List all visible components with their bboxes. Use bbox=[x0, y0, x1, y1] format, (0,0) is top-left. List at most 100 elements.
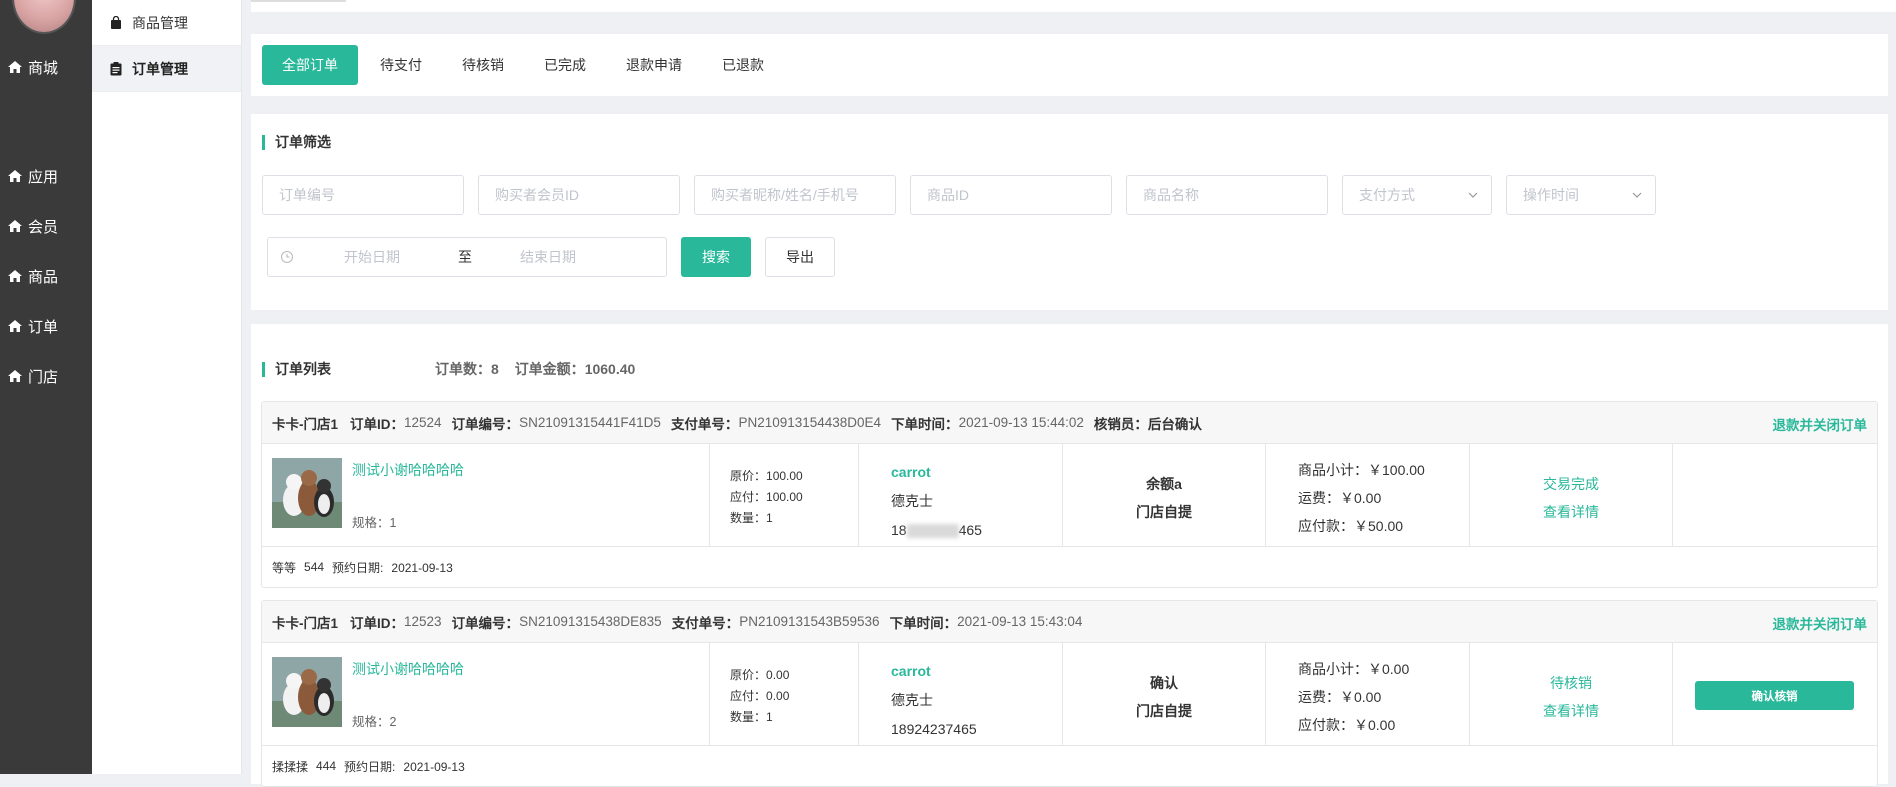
member-id-placeholder: 购买者会员ID bbox=[495, 187, 579, 203]
submenu-item-order-manage[interactable]: 订单管理 bbox=[92, 46, 241, 92]
product-thumbnail[interactable] bbox=[272, 458, 342, 528]
orig-price: 原价：0.00 bbox=[730, 668, 790, 682]
op-time-select[interactable]: 操作时间 bbox=[1506, 175, 1656, 215]
order-no: SN21091315441F41D5 bbox=[519, 415, 661, 430]
buyer-cell: carrot 德克士 18 465 bbox=[859, 444, 1063, 546]
nav-item-mall[interactable]: 商城 bbox=[8, 55, 58, 79]
avatar[interactable] bbox=[12, 0, 76, 34]
tab-pending-payment[interactable]: 待支付 bbox=[360, 45, 442, 85]
member-id-input[interactable]: 购买者会员ID bbox=[478, 175, 680, 215]
order-card: 卡卡-门店1 订单ID： 12524 订单编号： SN21091315441F41D… bbox=[261, 401, 1878, 588]
order-time: 2021-09-13 15:43:04 bbox=[957, 614, 1083, 629]
nav-item-goods[interactable]: 商品 bbox=[8, 264, 58, 288]
sub-menu: 商品管理 订单管理 bbox=[92, 0, 242, 774]
order-status-tabs: 全部订单 待支付 待核销 已完成 退款申请 已退款 bbox=[251, 34, 1888, 96]
order-filter-panel: 订单筛选 订单编号 购买者会员ID 购买者昵称/姓名/手机号 商品ID 商品名称… bbox=[251, 114, 1888, 310]
order-body: 测试小谢哈哈哈哈 规格：2 原价：0.00 应付：0.00 数量：1 carro… bbox=[262, 643, 1877, 745]
pay-no: PN210913154438D0E4 bbox=[738, 415, 882, 430]
order-count: 订单数：8 bbox=[435, 361, 499, 377]
clipboard-icon bbox=[110, 62, 122, 76]
product-spec: 规格：2 bbox=[352, 715, 397, 729]
pay-method-select[interactable]: 支付方式 bbox=[1342, 175, 1492, 215]
reserve-name: 等等 bbox=[272, 560, 297, 575]
search-button[interactable]: 搜索 bbox=[681, 237, 751, 277]
nav-item-label: 商城 bbox=[28, 59, 59, 77]
delivery-method: 门店自提 bbox=[1136, 504, 1192, 520]
orig-price: 原价：100.00 bbox=[730, 469, 803, 483]
reserve-code: 544 bbox=[304, 560, 325, 574]
nav-item-orders[interactable]: 订单 bbox=[8, 314, 58, 338]
order-time-label: 下单时间： bbox=[889, 615, 958, 631]
nav-item-apps[interactable]: 应用 bbox=[8, 164, 58, 188]
buyer-name: 德克士 bbox=[891, 692, 933, 708]
payable-amount: 应付款：￥0.00 bbox=[1298, 717, 1396, 733]
action-cell: 确认核销 bbox=[1673, 643, 1877, 745]
range-separator: 至 bbox=[458, 249, 472, 265]
order-time-label: 下单时间： bbox=[891, 416, 959, 432]
tab-completed[interactable]: 已完成 bbox=[524, 45, 606, 85]
start-date-placeholder[interactable]: 开始日期 bbox=[344, 247, 434, 267]
product-spec: 规格：1 bbox=[352, 516, 397, 530]
goods-name-input[interactable]: 商品名称 bbox=[1126, 175, 1328, 215]
home-icon bbox=[8, 320, 22, 332]
order-list-panel: 订单列表 订单数：8 订单金额：1060.40 卡卡-门店1 订单ID： 1252… bbox=[251, 324, 1888, 787]
tab-refund-request[interactable]: 退款申请 bbox=[606, 45, 702, 85]
reserve-date: 预约日期: 2021-09-13 bbox=[332, 560, 453, 575]
view-detail-link[interactable]: 查看详情 bbox=[1470, 697, 1672, 725]
submenu-item-label: 商品管理 bbox=[132, 14, 188, 31]
order-no-label: 订单编号： bbox=[451, 615, 520, 631]
submenu-item-goods-manage[interactable]: 商品管理 bbox=[92, 0, 241, 46]
title-accent-bar bbox=[262, 134, 265, 150]
store-name: 卡卡-门店1 bbox=[272, 416, 339, 432]
verifier: 后台确认 bbox=[1147, 416, 1202, 432]
buyer-phone: 18 465 bbox=[891, 522, 982, 539]
list-title: 订单列表 bbox=[262, 359, 331, 379]
nav-item-label: 商品 bbox=[28, 268, 59, 286]
export-button[interactable]: 导出 bbox=[765, 237, 835, 277]
order-time: 2021-09-13 15:44:02 bbox=[958, 415, 1084, 430]
view-detail-link[interactable]: 查看详情 bbox=[1470, 498, 1672, 526]
home-icon bbox=[8, 61, 22, 73]
order-status[interactable]: 交易完成 bbox=[1470, 470, 1672, 498]
order-no-placeholder: 订单编号 bbox=[279, 187, 335, 203]
order-footer: 揉揉揉 444 预约日期: 2021-09-13 bbox=[262, 745, 1877, 786]
order-footer: 等等 544 预约日期: 2021-09-13 bbox=[262, 546, 1877, 587]
end-date-placeholder[interactable]: 结束日期 bbox=[520, 247, 576, 267]
verifier-label: 核销员： bbox=[1093, 416, 1148, 432]
order-no-input[interactable]: 订单编号 bbox=[262, 175, 464, 215]
goods-id-input[interactable]: 商品ID bbox=[910, 175, 1112, 215]
product-thumbnail[interactable] bbox=[272, 657, 342, 727]
reserve-name: 揉揉揉 bbox=[272, 759, 309, 774]
price-cell: 原价：0.00 应付：0.00 数量：1 bbox=[710, 643, 859, 745]
title-accent-bar bbox=[262, 361, 265, 377]
tab-refunded[interactable]: 已退款 bbox=[702, 45, 784, 85]
subtotal: 商品小计：￥0.00 bbox=[1298, 661, 1410, 677]
refund-close-button[interactable]: 退款并关闭订单 bbox=[1773, 613, 1868, 633]
buyer-placeholder: 购买者昵称/姓名/手机号 bbox=[711, 187, 859, 203]
order-status[interactable]: 待核销 bbox=[1470, 669, 1672, 697]
nav-item-members[interactable]: 会员 bbox=[8, 214, 58, 238]
tab-all-orders[interactable]: 全部订单 bbox=[262, 45, 358, 85]
buyer-nickname[interactable]: carrot bbox=[891, 458, 982, 487]
buyer-nickname[interactable]: carrot bbox=[891, 657, 977, 686]
order-id: 12523 bbox=[404, 614, 442, 629]
order-header: 卡卡-门店1 订单ID： 12524 订单编号： SN21091315441F41D… bbox=[262, 402, 1877, 444]
product-cell: 测试小谢哈哈哈哈 规格：2 bbox=[262, 643, 710, 745]
chevron-down-icon bbox=[1631, 188, 1643, 200]
home-icon bbox=[8, 220, 22, 232]
order-no: SN21091315438DE835 bbox=[519, 614, 662, 629]
order-id-label: 订单ID： bbox=[350, 615, 405, 631]
confirm-verify-button[interactable]: 确认核销 bbox=[1695, 681, 1854, 710]
status-cell: 待核销 查看详情 bbox=[1470, 643, 1673, 745]
nav-item-stores[interactable]: 门店 bbox=[8, 364, 58, 388]
refund-close-button[interactable]: 退款并关闭订单 bbox=[1773, 414, 1868, 434]
product-name-link[interactable]: 测试小谢哈哈哈哈 bbox=[352, 460, 464, 480]
pay-method: 余额a bbox=[1146, 476, 1182, 492]
pay-no: PN2109131543B59536 bbox=[739, 614, 880, 629]
tab-pending-verify[interactable]: 待核销 bbox=[442, 45, 524, 85]
buyer-input[interactable]: 购买者昵称/姓名/手机号 bbox=[694, 175, 896, 215]
order-card: 卡卡-门店1 订单ID： 12523 订单编号： SN21091315438DE83… bbox=[261, 600, 1878, 787]
buyer-name: 德克士 bbox=[891, 493, 933, 509]
date-range-picker[interactable]: 开始日期 至 结束日期 bbox=[267, 237, 667, 277]
product-name-link[interactable]: 测试小谢哈哈哈哈 bbox=[352, 659, 464, 679]
